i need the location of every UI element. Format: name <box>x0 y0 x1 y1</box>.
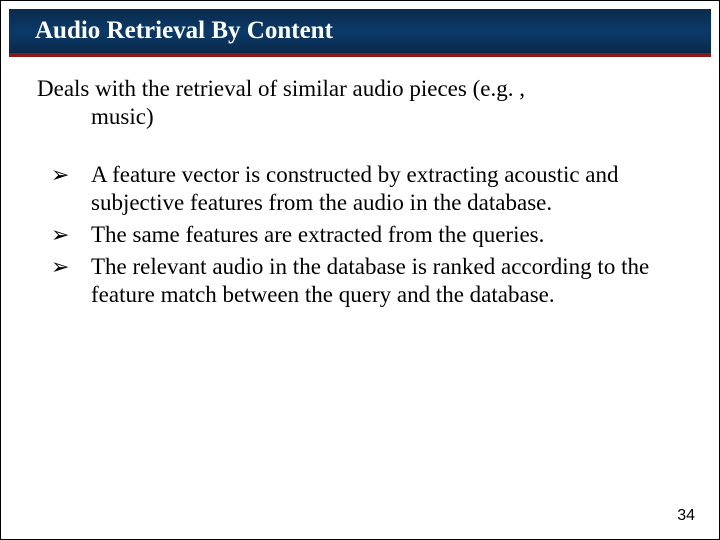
arrow-icon: ➢ <box>51 221 69 250</box>
bullet-text: The same features are extracted from the… <box>91 222 544 247</box>
bullet-text: A feature vector is constructed by extra… <box>91 162 619 215</box>
bullet-list: ➢ A feature vector is constructed by ext… <box>37 161 683 309</box>
slide-header: Audio Retrieval By Content <box>9 9 711 57</box>
page-number-value: 34 <box>677 507 695 524</box>
intro-paragraph: Deals with the retrieval of similar audi… <box>37 75 683 131</box>
list-item: ➢ A feature vector is constructed by ext… <box>37 161 683 217</box>
intro-line-2: music) <box>37 103 683 131</box>
intro-line-1: Deals with the retrieval of similar audi… <box>37 76 525 101</box>
list-item: ➢ The same features are extracted from t… <box>37 221 683 249</box>
slide-content: Deals with the retrieval of similar audi… <box>1 57 719 309</box>
slide-title: Audio Retrieval By Content <box>35 17 333 44</box>
arrow-icon: ➢ <box>51 161 69 190</box>
page-number: 34 <box>677 507 695 525</box>
list-item: ➢ The relevant audio in the database is … <box>37 253 683 309</box>
bullet-text: The relevant audio in the database is ra… <box>91 254 649 307</box>
arrow-icon: ➢ <box>51 253 69 282</box>
